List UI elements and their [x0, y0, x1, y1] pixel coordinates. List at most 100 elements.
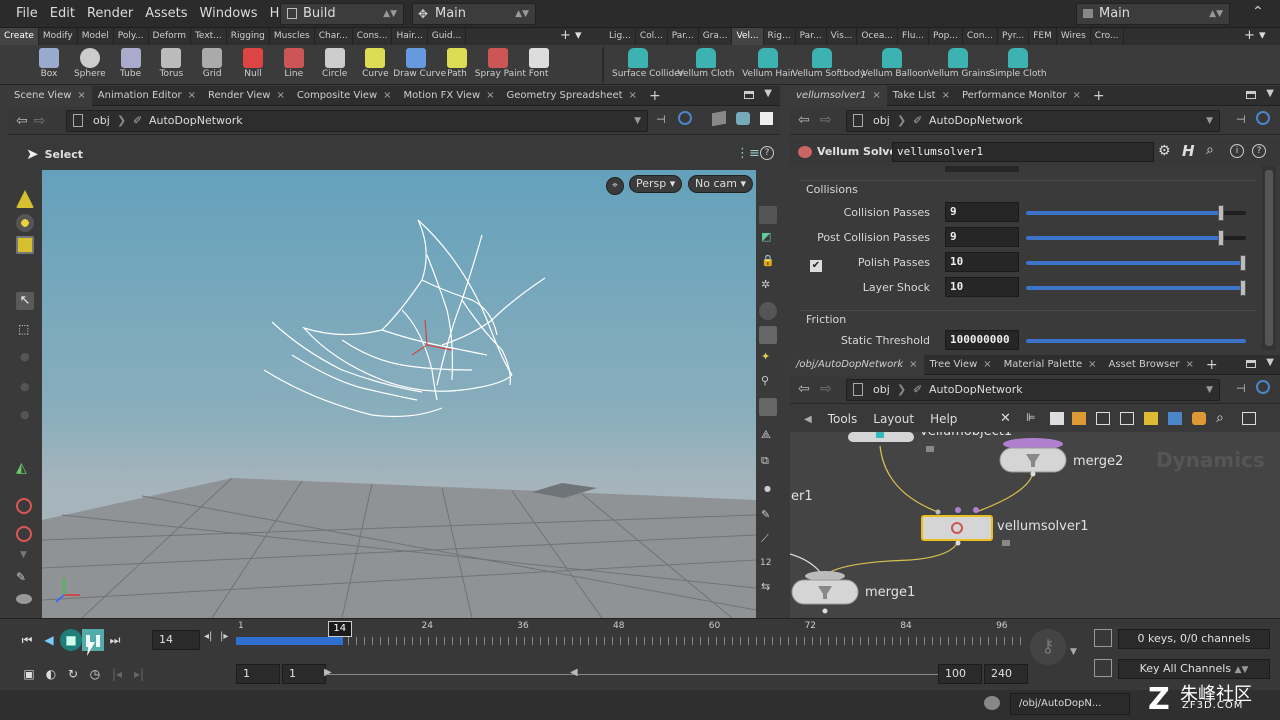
chevron-down-icon[interactable]: ▼ — [1206, 111, 1213, 131]
shelf-tool-button[interactable]: Tube — [108, 45, 154, 85]
param-field[interactable]: 10 — [945, 277, 1019, 297]
path-obj[interactable]: obj — [873, 111, 890, 131]
lens-icon[interactable] — [16, 594, 32, 604]
menu-render[interactable]: Render — [81, 0, 139, 28]
shelf-tool-button[interactable]: Vellum Softbody — [792, 45, 865, 85]
shelf-tab[interactable]: Rigging — [227, 28, 270, 45]
reference-icon[interactable]: ⧉ — [761, 454, 769, 468]
shelf-tool-button[interactable]: Surface Collider — [612, 45, 683, 85]
shelf-tab[interactable]: Con... — [963, 28, 998, 45]
shelf-tab[interactable]: Par... — [796, 28, 827, 45]
shelf-tab[interactable]: Wires — [1057, 28, 1091, 45]
scrollbar-thumb[interactable] — [1265, 170, 1273, 346]
network-editor[interactable]: vellumobject1 merge2 er1 vellumsolver1 m… — [790, 432, 1280, 618]
snap-icon[interactable] — [16, 526, 32, 542]
search-icon[interactable]: ⌕ — [1216, 410, 1224, 426]
loop-icon[interactable]: ↻ — [62, 663, 84, 685]
tab-vellumsolver1[interactable]: vellumsolver1 × — [790, 85, 887, 106]
key-all-channels-button[interactable]: Key All Channels ▲▼ — [1118, 659, 1270, 679]
tab-scene-view[interactable]: Scene View × — [8, 85, 92, 106]
status-path[interactable]: /obj/AutoDopN... — [1010, 693, 1130, 715]
shelf-tool-button[interactable]: Vellum Balloon — [862, 45, 929, 85]
shelf-tool-button[interactable]: Line — [271, 45, 317, 85]
shelf-tab[interactable]: Model — [78, 28, 114, 45]
shelf-tab[interactable]: Poly... — [114, 28, 149, 45]
static-threshold-slider[interactable] — [1026, 339, 1246, 343]
pin-icon[interactable]: ⊣ — [1236, 382, 1246, 395]
shelf-tab[interactable]: Cro... — [1091, 28, 1124, 45]
param-scrollbar[interactable] — [1262, 166, 1276, 350]
param-path-field[interactable]: obj ❯ ✐ AutoDopNetwork ▼ — [846, 110, 1220, 132]
link-icon[interactable] — [1256, 380, 1270, 394]
shelf-tab[interactable]: Flu... — [898, 28, 929, 45]
link-icon[interactable] — [1256, 111, 1270, 125]
node-merge2-label[interactable]: merge2 — [1073, 454, 1123, 469]
param-slider[interactable] — [1026, 205, 1246, 221]
chevron-down-icon[interactable]: ▼ — [634, 111, 641, 131]
snap-grid-icon[interactable]: ⟁ — [761, 428, 771, 442]
playback-start-field[interactable]: 1 — [282, 664, 326, 684]
shelf-tool-button[interactable]: Grid — [189, 45, 235, 85]
shelf-tool-button[interactable]: Circle — [312, 45, 358, 85]
slider-knob[interactable] — [1218, 230, 1224, 246]
tab-network-path[interactable]: /obj/AutoDopNetwork × — [790, 354, 924, 375]
slider-knob[interactable] — [1218, 205, 1224, 221]
light-icon[interactable] — [759, 326, 777, 344]
brush-icon[interactable]: ⟋ — [761, 532, 769, 546]
shelf-tab[interactable]: Text... — [191, 28, 227, 45]
context-dropdown[interactable]: ✥ Main ▲▼ — [412, 3, 536, 25]
pin-icon[interactable]: ⊣ — [1236, 113, 1246, 126]
menu-help[interactable]: Help — [930, 412, 957, 426]
dot-icon[interactable]: ● — [764, 484, 771, 493]
forward-arrow-icon[interactable]: ⇨ — [820, 381, 832, 397]
tab-composite-view[interactable]: Composite View × — [291, 86, 398, 106]
current-frame-field[interactable]: 14 — [152, 630, 200, 650]
info-icon[interactable]: i — [1230, 144, 1244, 158]
shading-icon[interactable]: ✲ — [761, 278, 770, 291]
screen-icon[interactable] — [1242, 412, 1256, 425]
menu-file[interactable]: File — [10, 0, 44, 28]
path-node[interactable]: AutoDopNetwork — [149, 111, 243, 131]
shelf-tool-button[interactable]: Spray Paint — [475, 45, 526, 85]
tree-icon[interactable]: ⊫ — [1026, 411, 1036, 424]
shelf-tool-button[interactable]: Null — [230, 45, 276, 85]
display-options-icon[interactable]: ⋮≡ — [736, 146, 760, 161]
path-obj[interactable]: obj — [873, 380, 890, 400]
realtime-icon[interactable]: ◷ — [84, 663, 106, 685]
chat-icon[interactable] — [984, 696, 1000, 710]
magnet-icon[interactable] — [16, 498, 32, 514]
persp-menu[interactable]: Persp ▾ — [629, 175, 683, 193]
maximize-icon[interactable] — [744, 91, 754, 99]
shelf-tab[interactable]: Hair... — [392, 28, 428, 45]
param-slider[interactable] — [1026, 280, 1246, 296]
path-obj[interactable]: obj — [93, 111, 110, 131]
collisions-header[interactable]: Collisions — [806, 183, 858, 196]
shelf-tab[interactable]: Deform — [149, 28, 191, 45]
bulb-icon[interactable]: ✦ — [761, 350, 770, 363]
node-name-field[interactable]: vellumsolver1 — [892, 142, 1154, 162]
shelf-tool-button[interactable]: Font — [516, 45, 562, 85]
back-arrow-icon[interactable]: ⇦ — [798, 381, 810, 397]
shelf-tab[interactable]: FEM — [1029, 28, 1057, 45]
tab-render-view[interactable]: Render View × — [202, 86, 291, 106]
forward-arrow-icon[interactable]: ⇨ — [34, 113, 46, 129]
chevron-left-icon[interactable]: ◀ — [804, 414, 812, 425]
tile-icon[interactable] — [1096, 412, 1110, 425]
cube-icon[interactable] — [712, 110, 726, 127]
forward-arrow-icon[interactable]: ⇨ — [820, 112, 832, 128]
back-arrow-icon[interactable]: ⇦ — [798, 112, 810, 128]
range-start-handle[interactable]: ▶ — [324, 667, 332, 678]
link-icon[interactable] — [678, 111, 692, 125]
shelf-tab[interactable]: Col... — [636, 28, 668, 45]
list-icon[interactable] — [1050, 412, 1064, 425]
global-animation-icon[interactable]: ▣ — [18, 663, 40, 685]
back-arrow-icon[interactable]: ⇦ — [16, 113, 28, 129]
desktop-dropdown[interactable]: Build ▲▼ — [280, 3, 404, 25]
tab-asset-browser[interactable]: Asset Browser × — [1102, 355, 1199, 375]
audio-icon[interactable]: ◐ — [40, 663, 62, 685]
maximize-icon[interactable] — [1246, 360, 1256, 368]
chevron-down-icon[interactable]: ▼ — [764, 88, 772, 99]
image-icon[interactable] — [1168, 412, 1182, 425]
ghost-icon[interactable]: ◩ — [761, 230, 771, 243]
shelf-tab[interactable]: Char... — [315, 28, 353, 45]
